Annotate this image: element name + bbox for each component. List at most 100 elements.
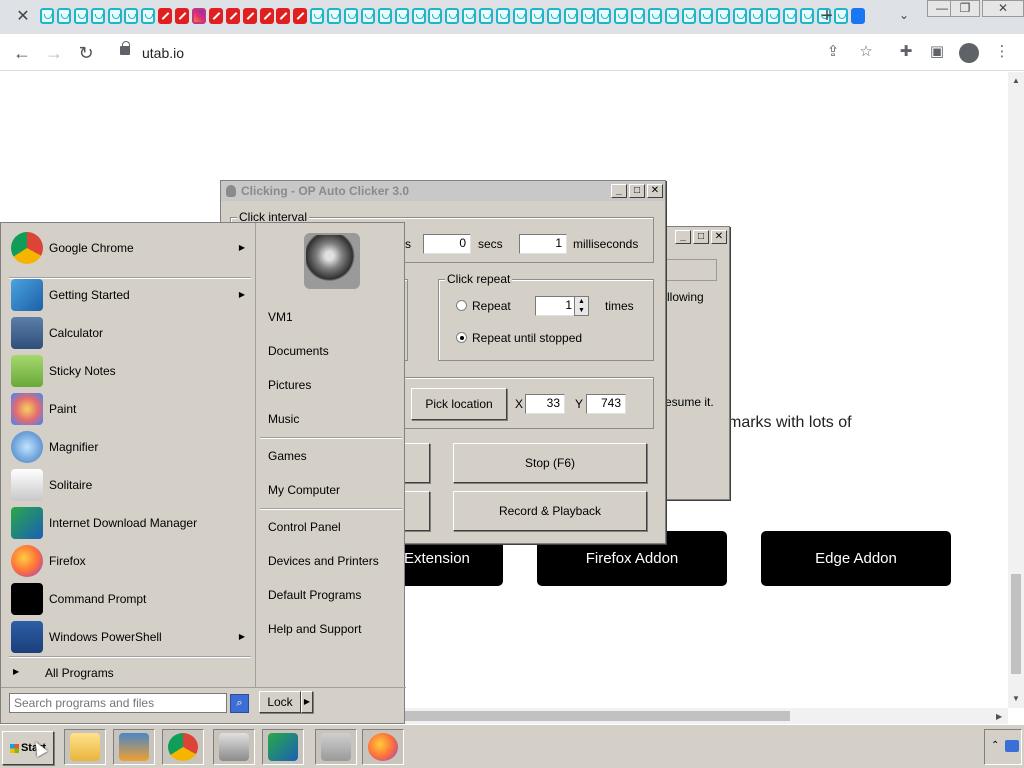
- tab-favicon-icon[interactable]: [648, 8, 663, 24]
- user-account-picture[interactable]: [304, 233, 360, 289]
- taskbar-app-button[interactable]: [262, 729, 304, 765]
- tab-favicon-icon[interactable]: [394, 8, 409, 24]
- tab-favicon-icon[interactable]: [631, 8, 646, 24]
- tab-favicon-icon[interactable]: [698, 8, 713, 24]
- tab-favicon-icon[interactable]: [445, 8, 460, 24]
- start-search-input[interactable]: [9, 693, 227, 713]
- start-menu-place-control-panel[interactable]: Control Panel: [268, 520, 341, 534]
- tab-favicon-icon[interactable]: [293, 8, 308, 24]
- x-coordinate-input[interactable]: 33: [525, 394, 565, 414]
- y-coordinate-input[interactable]: 743: [586, 394, 626, 414]
- start-menu-place-devices-and-printers[interactable]: Devices and Printers: [268, 554, 379, 568]
- minimize-icon[interactable]: _: [611, 184, 627, 198]
- close-icon[interactable]: ✕: [711, 230, 727, 244]
- tab-favicon-icon[interactable]: [141, 8, 156, 24]
- maximize-icon[interactable]: □: [693, 230, 709, 244]
- tab-favicon-icon[interactable]: [732, 8, 747, 24]
- tab-favicon-icon[interactable]: [496, 8, 511, 24]
- start-menu-item[interactable]: Calculator: [9, 316, 249, 350]
- repeat-until-stopped-radio[interactable]: [456, 332, 467, 343]
- menu-kebab-icon[interactable]: ⋮: [993, 43, 1011, 61]
- pick-location-button[interactable]: Pick location: [411, 388, 507, 420]
- tab-favicon-icon[interactable]: [766, 8, 781, 24]
- tab-favicon-icon[interactable]: [327, 8, 342, 24]
- start-menu-item[interactable]: Paint: [9, 392, 249, 426]
- start-menu-place-default-programs[interactable]: Default Programs: [268, 588, 361, 602]
- start-menu-item[interactable]: Magnifier: [9, 430, 249, 464]
- tab-favicon-icon[interactable]: [512, 8, 527, 24]
- system-tray[interactable]: ⌃: [984, 729, 1022, 765]
- start-menu-place-documents[interactable]: Documents: [268, 344, 329, 358]
- tab-favicon-icon[interactable]: [242, 8, 257, 24]
- tab-favicon-icon[interactable]: [175, 8, 190, 24]
- tab-favicon-icon[interactable]: [73, 8, 88, 24]
- maximize-icon[interactable]: □: [629, 184, 645, 198]
- back-arrow-icon[interactable]: ←: [11, 42, 33, 64]
- tab-favicon-icon[interactable]: [597, 8, 612, 24]
- tab-favicon-icon[interactable]: [546, 8, 561, 24]
- shutdown-options-arrow-icon[interactable]: ▶: [301, 691, 313, 713]
- tab-favicon-icon[interactable]: [580, 8, 595, 24]
- tab-favicon-icon[interactable]: [276, 8, 291, 24]
- start-menu-item[interactable]: Command Prompt: [9, 582, 249, 616]
- start-menu-place-music[interactable]: Music: [268, 412, 299, 426]
- tab-favicon-icon[interactable]: [681, 8, 696, 24]
- close-tab-icon[interactable]: ✕: [14, 8, 32, 26]
- taskbar-app-button[interactable]: [213, 729, 255, 765]
- tab-favicon-icon[interactable]: [563, 8, 578, 24]
- tab-favicon-icon[interactable]: [462, 8, 477, 24]
- tab-favicon-icon[interactable]: [411, 8, 426, 24]
- reload-icon[interactable]: ↻: [75, 42, 97, 64]
- tab-favicon-icon[interactable]: [479, 8, 494, 24]
- bookmark-star-icon[interactable]: ☆: [857, 43, 875, 61]
- start-menu-place-games[interactable]: Games: [268, 449, 307, 463]
- tab-favicon-icon[interactable]: [107, 8, 122, 24]
- repeat-times-input[interactable]: 1: [535, 296, 577, 316]
- tab-favicon-icon[interactable]: [800, 8, 815, 24]
- start-menu-item[interactable]: Solitaire: [9, 468, 249, 502]
- hotkey-input[interactable]: [665, 259, 717, 281]
- record-playback-button[interactable]: Record & Playback: [453, 491, 647, 531]
- tab-favicon-icon[interactable]: [225, 8, 240, 24]
- tab-favicon-icon[interactable]: [529, 8, 544, 24]
- start-menu-item[interactable]: Internet Download Manager: [9, 506, 249, 540]
- all-programs-item[interactable]: ▶ All Programs: [9, 659, 249, 685]
- taskbar-app-button[interactable]: [64, 729, 106, 765]
- start-menu-item[interactable]: Firefox: [9, 544, 249, 578]
- scroll-down-icon[interactable]: ▼: [1012, 694, 1020, 703]
- horizontal-scrollbar[interactable]: ▶: [405, 708, 1008, 724]
- tab-favicon-icon[interactable]: [715, 8, 730, 24]
- vertical-scrollbar[interactable]: ▲ ▼: [1008, 72, 1024, 708]
- vertical-scroll-thumb[interactable]: [1011, 574, 1021, 674]
- start-menu-place-my-computer[interactable]: My Computer: [268, 483, 340, 497]
- tab-favicon-icon[interactable]: [56, 8, 71, 24]
- close-icon[interactable]: ✕: [647, 184, 663, 198]
- show-hidden-icons-icon[interactable]: ⌃: [991, 740, 999, 751]
- tab-favicon-icon[interactable]: [90, 8, 105, 24]
- tab-favicon-icon[interactable]: [377, 8, 392, 24]
- horizontal-scroll-thumb[interactable]: [405, 711, 790, 721]
- milliseconds-input[interactable]: 1: [519, 234, 567, 254]
- tab-favicon-icon[interactable]: [192, 8, 207, 24]
- tab-favicon-icon[interactable]: [344, 8, 359, 24]
- profile-avatar-icon[interactable]: [959, 43, 979, 63]
- network-icon[interactable]: [1005, 740, 1019, 752]
- secs-input[interactable]: 0: [423, 234, 471, 254]
- start-menu-item[interactable]: Google Chrome ▶: [9, 231, 249, 265]
- stop-button[interactable]: Stop (F6): [453, 443, 647, 483]
- start-menu-place-help-and-support[interactable]: Help and Support: [268, 622, 361, 636]
- auto-clicker-titlebar[interactable]: Clicking - OP Auto Clicker 3.0 _ □ ✕: [221, 181, 665, 201]
- taskbar-app-button[interactable]: [362, 729, 404, 765]
- start-menu-item[interactable]: Sticky Notes: [9, 354, 249, 388]
- start-menu-place-pictures[interactable]: Pictures: [268, 378, 311, 392]
- taskbar-app-button[interactable]: [113, 729, 155, 765]
- lock-icon[interactable]: [120, 41, 130, 55]
- tab-favicon-icon[interactable]: [428, 8, 443, 24]
- tab-favicon-icon[interactable]: [208, 8, 223, 24]
- edge-addon-button[interactable]: Edge Addon: [761, 531, 951, 586]
- tab-favicon-icon[interactable]: [783, 8, 798, 24]
- minimize-icon[interactable]: _: [675, 230, 691, 244]
- scroll-up-icon[interactable]: ▲: [1012, 76, 1020, 85]
- tab-favicon-icon[interactable]: [310, 8, 325, 24]
- tab-favicon-icon[interactable]: [259, 8, 274, 24]
